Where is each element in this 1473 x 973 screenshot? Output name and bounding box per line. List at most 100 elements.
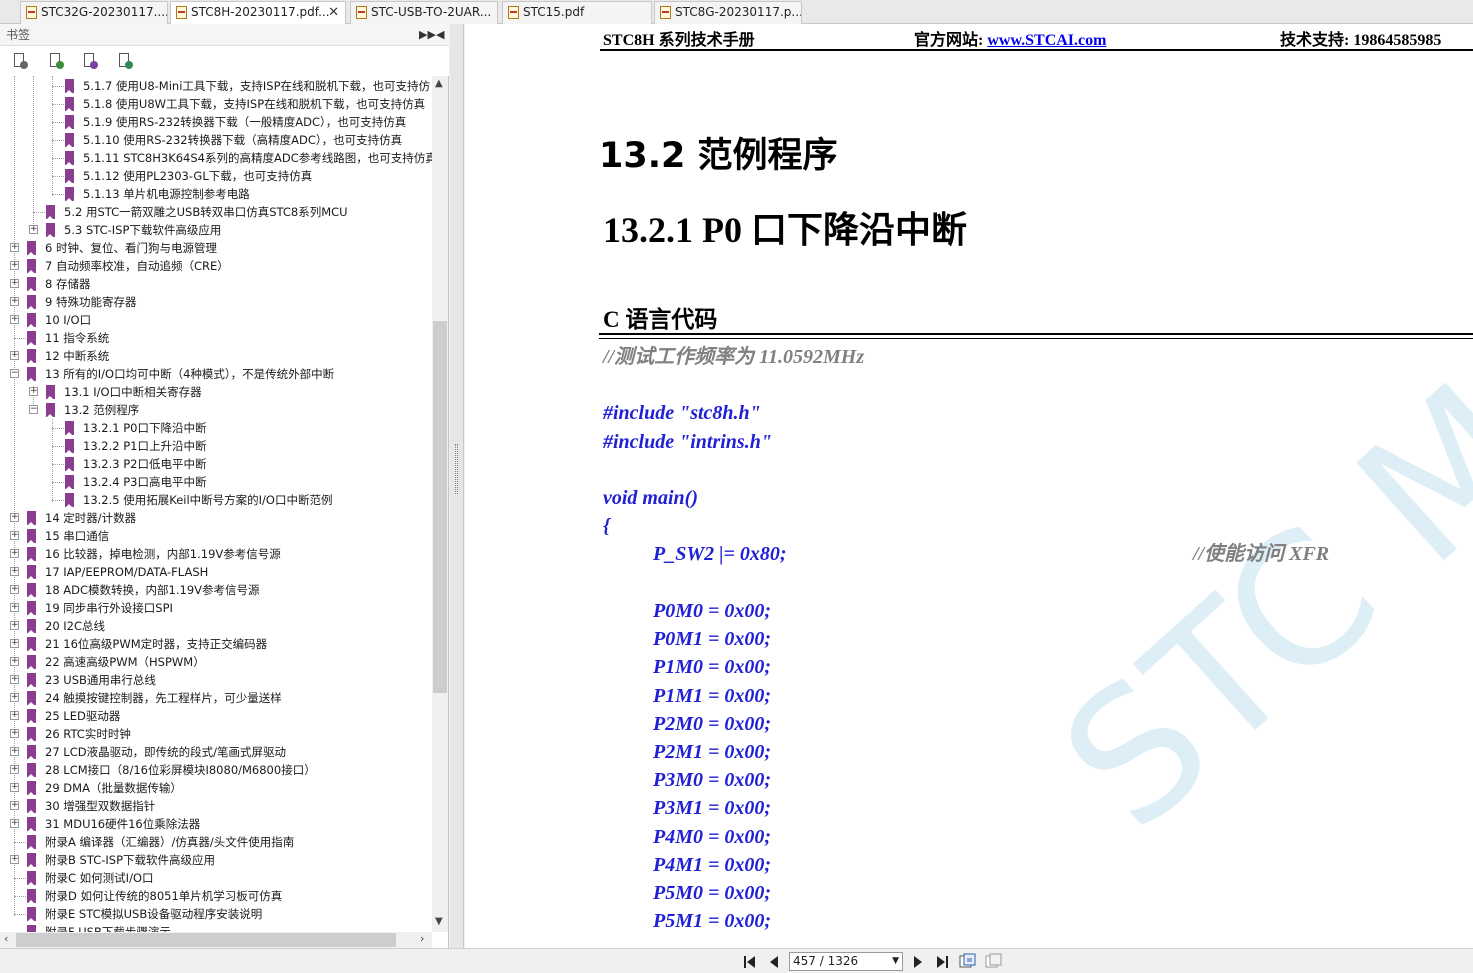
- bookmark-item[interactable]: +14 定时器/计数器: [0, 509, 432, 527]
- expand-icon[interactable]: +: [10, 855, 19, 864]
- bookmark-item[interactable]: 11 指令系统: [0, 329, 432, 347]
- previous-page-icon[interactable]: [766, 953, 782, 969]
- bookmark-item[interactable]: +16 比较器，掉电检测，内部1.19V参考信号源: [0, 545, 432, 563]
- bookmark-item[interactable]: +20 I2C总线: [0, 617, 432, 635]
- bookmarks-horizontal-scrollbar[interactable]: ‹ ›: [0, 932, 432, 948]
- bookmark-item[interactable]: +26 RTC实时时钟: [0, 725, 432, 743]
- bookmark-options-icon[interactable]: [12, 53, 28, 69]
- bookmark-item[interactable]: +8 存储器: [0, 275, 432, 293]
- expand-icon[interactable]: +: [10, 279, 19, 288]
- tab-stc8g[interactable]: STC8G-20230117.p...: [654, 1, 802, 24]
- expand-icon[interactable]: +: [10, 567, 19, 576]
- bookmark-item[interactable]: 13.2.5 使用拓展Keil中断号方案的I/O口中断范例: [0, 491, 432, 509]
- expand-icon[interactable]: +: [10, 765, 19, 774]
- bookmark-item[interactable]: +18 ADC模数转换，内部1.19V参考信号源: [0, 581, 432, 599]
- bookmark-item[interactable]: − 13 所有的I/O口均可中断（4种模式），不是传统外部中断: [0, 365, 432, 383]
- tab-stc15[interactable]: STC15.pdf: [502, 1, 652, 24]
- expand-icon[interactable]: +: [10, 621, 19, 630]
- bookmark-item[interactable]: + 附录B STC-ISP下载软件高级应用: [0, 851, 432, 869]
- bookmark-item[interactable]: +13.1 I/O口中断相关寄存器: [0, 383, 432, 401]
- next-page-icon[interactable]: [910, 953, 926, 969]
- scroll-up-icon[interactable]: ▲: [435, 78, 443, 89]
- bookmark-item[interactable]: +28 LCM接口（8/16位彩屏模块I8080/M6800接口）: [0, 761, 432, 779]
- scroll-left-icon[interactable]: ‹: [4, 932, 8, 945]
- expand-icon[interactable]: +: [10, 549, 19, 558]
- expand-icon[interactable]: +: [10, 513, 19, 522]
- bookmark-item[interactable]: 13.2.2 P1口上升沿中断: [0, 437, 432, 455]
- scroll-right-icon[interactable]: ›: [420, 932, 424, 945]
- expand-icon[interactable]: +: [10, 297, 19, 306]
- chevron-down-icon[interactable]: ▼: [892, 953, 899, 970]
- expand-icon[interactable]: +: [10, 711, 19, 720]
- bookmark-item[interactable]: 13.2.1 P0口下降沿中断: [0, 419, 432, 437]
- bookmark-item[interactable]: 13.2.4 P3口高电平中断: [0, 473, 432, 491]
- go-to-bookmark-icon[interactable]: [82, 53, 98, 69]
- first-page-icon[interactable]: [741, 953, 757, 969]
- bookmarks-vertical-scrollbar[interactable]: ▲ ▼: [432, 76, 448, 932]
- expand-icon[interactable]: +: [10, 603, 19, 612]
- bookmark-item[interactable]: +24 触摸按键控制器，先工程样片，可少量送样: [0, 689, 432, 707]
- bookmark-item[interactable]: 5.1.13 单片机电源控制参考电路: [0, 185, 432, 203]
- expand-icon[interactable]: +: [29, 387, 38, 396]
- tab-stc32g[interactable]: STC32G-20230117....: [20, 1, 168, 24]
- bookmark-item[interactable]: 5.1.11 STC8H3K64S4系列的高精度ADC参考线路图，也可支持仿真: [0, 149, 432, 167]
- bookmark-item[interactable]: 13.2.3 P2口低电平中断: [0, 455, 432, 473]
- bookmark-item[interactable]: − 13.2 范例程序: [0, 401, 432, 419]
- scroll-thumb[interactable]: [16, 933, 396, 947]
- site-link[interactable]: www.STCAI.com: [987, 32, 1106, 49]
- scroll-thumb[interactable]: [433, 321, 447, 693]
- expand-icon[interactable]: +: [10, 351, 19, 360]
- bookmark-item[interactable]: 附录C 如何测试I/O口: [0, 869, 432, 887]
- expand-icon[interactable]: +: [10, 315, 19, 324]
- next-view-icon[interactable]: [985, 953, 1002, 969]
- bookmark-item[interactable]: 5.1.12 使用PL2303-GL下载，也可支持仿真: [0, 167, 432, 185]
- expand-icon[interactable]: +: [10, 675, 19, 684]
- bookmark-item[interactable]: 附录D 如何让传统的8051单片机学习板可仿真: [0, 887, 432, 905]
- expand-icon[interactable]: +: [10, 783, 19, 792]
- bookmark-item[interactable]: +31 MDU16硬件16位乘除法器: [0, 815, 432, 833]
- collapse-icon[interactable]: −: [29, 405, 38, 414]
- bookmark-item[interactable]: +5.3 STC-ISP下载软件高级应用: [0, 221, 432, 239]
- bookmark-item[interactable]: 5.1.8 使用U8W工具下载，支持ISP在线和脱机下载，也可支持仿真: [0, 95, 432, 113]
- bookmark-item[interactable]: +30 增强型双数据指针: [0, 797, 432, 815]
- expand-icon[interactable]: +: [10, 261, 19, 270]
- bookmark-item[interactable]: 5.1.7 使用U8-Mini工具下载，支持ISP在线和脱机下载，也可支持仿: [0, 77, 432, 95]
- bookmark-item[interactable]: +25 LED驱动器: [0, 707, 432, 725]
- bookmark-item[interactable]: 附录E STC模拟USB设备驱动程序安装说明: [0, 905, 432, 923]
- bookmark-item[interactable]: +10 I/O口: [0, 311, 432, 329]
- expand-icon[interactable]: +: [10, 693, 19, 702]
- last-page-icon[interactable]: [934, 953, 950, 969]
- bookmark-item[interactable]: 5.1.9 使用RS-232转换器下载（一般精度ADC），也可支持仿真: [0, 113, 432, 131]
- pdf-page-view[interactable]: STC MCU STC8H 系列技术手册 官方网站: www.STCAI.com…: [465, 24, 1473, 948]
- expand-icon[interactable]: +: [10, 243, 19, 252]
- bookmark-item[interactable]: +29 DMA（批量数据传输）: [0, 779, 432, 797]
- bookmark-item[interactable]: +9 特殊功能寄存器: [0, 293, 432, 311]
- expand-icon[interactable]: +: [10, 585, 19, 594]
- bookmark-item[interactable]: 5.1.10 使用RS-232转换器下载（高精度ADC），也可支持仿真: [0, 131, 432, 149]
- expand-icon[interactable]: +: [10, 747, 19, 756]
- bookmark-item[interactable]: +22 高速高级PWM（HSPWM）: [0, 653, 432, 671]
- collapse-panel-icon[interactable]: ◀: [436, 24, 444, 46]
- bookmark-item[interactable]: +12 中断系统: [0, 347, 432, 365]
- bookmark-item[interactable]: +27 LCD液晶驱动，即传统的段式/笔画式屏驱动: [0, 743, 432, 761]
- expand-icon[interactable]: +: [29, 225, 38, 234]
- bookmark-item[interactable]: +17 IAP/EEPROM/DATA-FLASH: [0, 563, 432, 581]
- previous-view-icon[interactable]: [959, 953, 976, 969]
- search-bookmark-icon[interactable]: [117, 53, 133, 69]
- bookmark-item[interactable]: +7 自动频率校准，自动追频（CRE）: [0, 257, 432, 275]
- collapse-icon[interactable]: −: [10, 369, 19, 378]
- add-bookmark-icon[interactable]: [48, 53, 64, 69]
- bookmark-item[interactable]: +15 串口通信: [0, 527, 432, 545]
- expand-icon[interactable]: +: [10, 639, 19, 648]
- expand-icon[interactable]: +: [10, 801, 19, 810]
- bookmark-item[interactable]: +23 USB通用串行总线: [0, 671, 432, 689]
- panel-splitter[interactable]: [450, 24, 464, 948]
- tab-stc8h[interactable]: STC8H-20230117.pdf... ✕: [170, 1, 346, 25]
- close-tab-icon[interactable]: ✕: [328, 2, 339, 23]
- bookmark-item[interactable]: 5.2 用STC一箭双雕之USB转双串口仿真STC8系列MCU: [0, 203, 432, 221]
- page-number-box[interactable]: 457 / 1326 ▼: [789, 952, 903, 971]
- expand-panel-icon[interactable]: ▶▶: [419, 24, 436, 46]
- expand-icon[interactable]: +: [10, 729, 19, 738]
- tab-stc-usb[interactable]: STC-USB-TO-2UAR...: [350, 1, 498, 24]
- expand-icon[interactable]: +: [10, 819, 19, 828]
